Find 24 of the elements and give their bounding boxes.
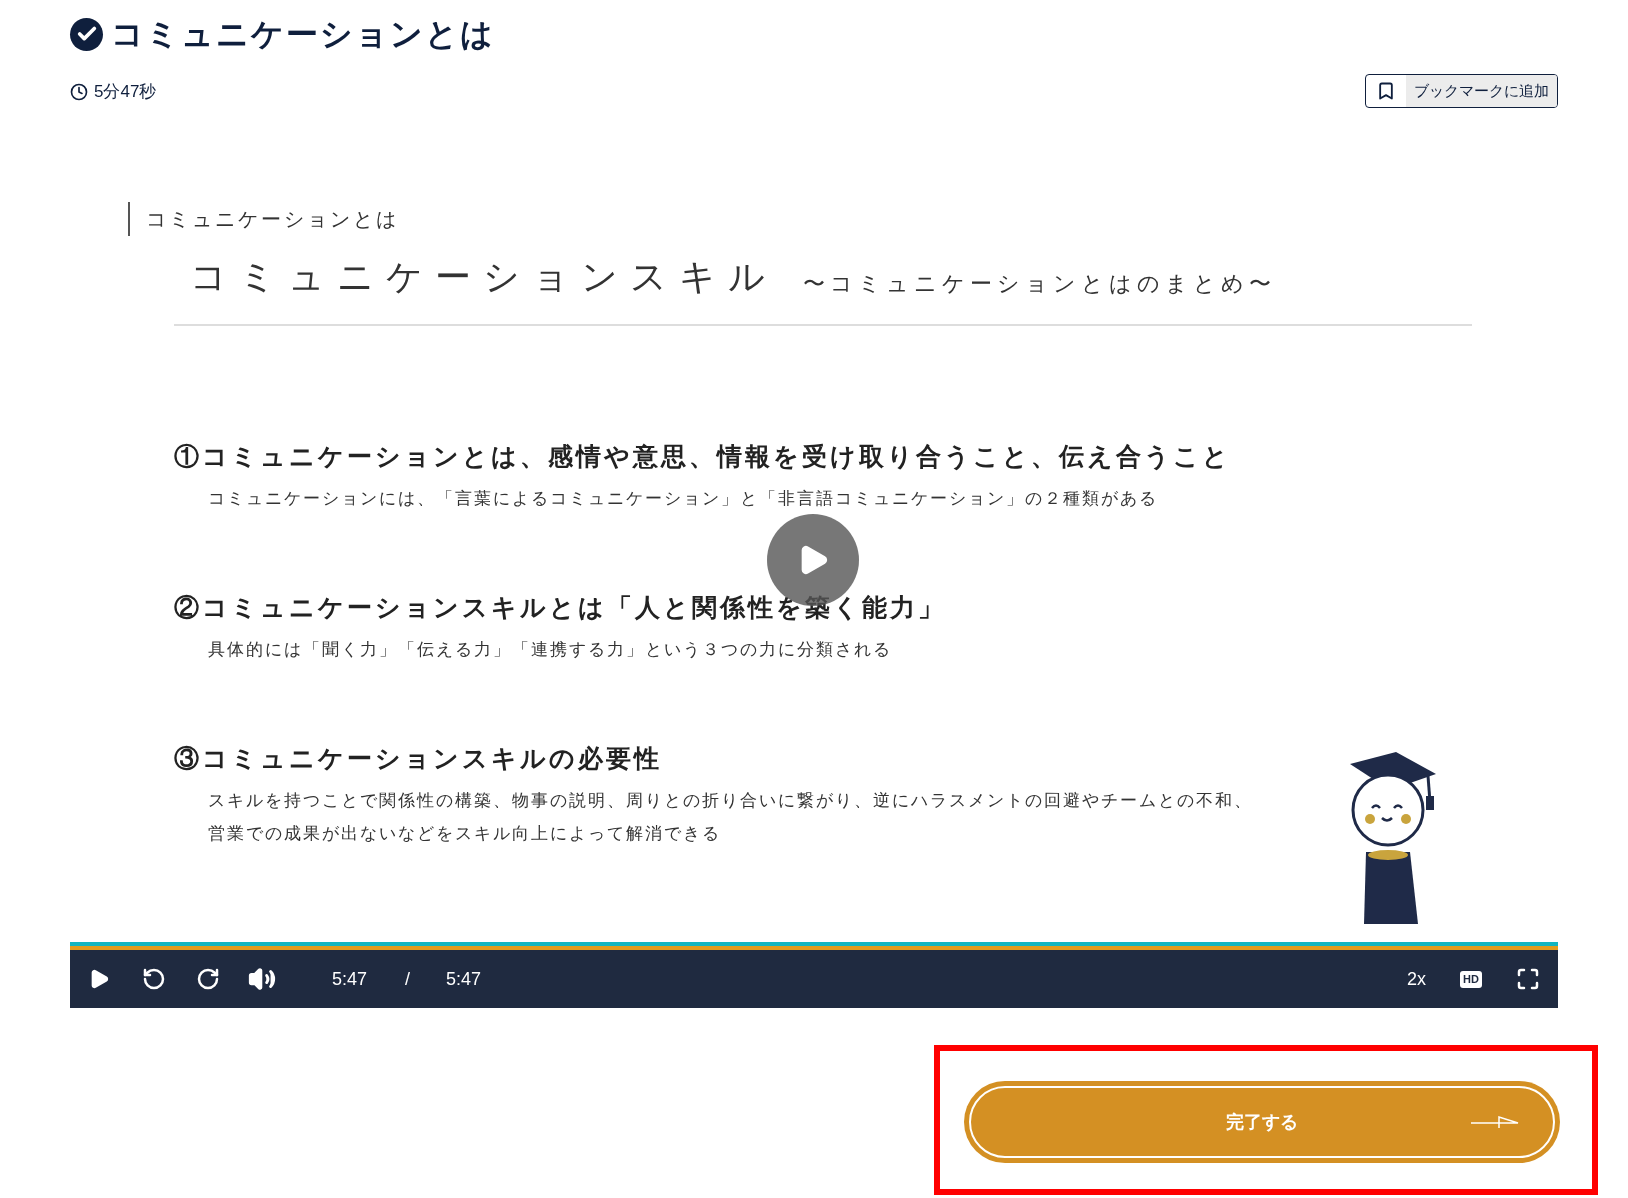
slide-point-text: 具体的には「聞く力」「伝える力」「連携する力」という３つの力に分類される xyxy=(208,638,893,661)
slide-heading: コミュニケーションスキル xyxy=(190,255,777,299)
duration-text: 5分47秒 xyxy=(94,81,157,104)
bookmark-icon xyxy=(1376,81,1396,101)
slide-point-text: コミュニケーションには、「言葉によるコミュニケーション」と「非言語コミュニケーション」の２種類がある xyxy=(208,487,1159,510)
progress-track[interactable] xyxy=(70,942,1558,950)
time-separator: / xyxy=(405,967,411,991)
total-time: 5:47 xyxy=(446,967,482,991)
slide-subheading: 〜コミュニケーションとはのまとめ〜 xyxy=(803,270,1276,298)
slide-point-text: スキルを持つことで関係性の構築、物事の説明、周りとの折り合いに繋がり、逆にハラスメントの回避やチームとの不和、 xyxy=(208,789,1254,812)
current-time: 5:47 xyxy=(332,967,368,991)
volume-button[interactable] xyxy=(248,965,276,993)
slide-point-text: 営業での成果が出ないなどをスキル向上によって解消できる xyxy=(208,823,722,845)
lesson-title: コミュニケーションとは xyxy=(111,15,495,54)
speed-button[interactable]: 2x xyxy=(1407,965,1427,993)
slide-point-title: ③コミュニケーションスキルの必要性 xyxy=(174,743,663,774)
slide-section-title: コミュニケーションとは xyxy=(146,207,399,232)
clock-icon xyxy=(70,83,88,101)
hd-button[interactable]: HD xyxy=(1460,970,1482,988)
forward-button[interactable] xyxy=(196,967,220,991)
fullscreen-button[interactable] xyxy=(1516,967,1540,991)
slide-point-title: ①コミュニケーションとは、感情や意思、情報を受け取り合うこと、伝え合うこと xyxy=(174,441,1232,472)
rewind-button[interactable] xyxy=(142,967,166,991)
bookmark-button[interactable]: ブックマークに追加 xyxy=(1365,74,1558,108)
